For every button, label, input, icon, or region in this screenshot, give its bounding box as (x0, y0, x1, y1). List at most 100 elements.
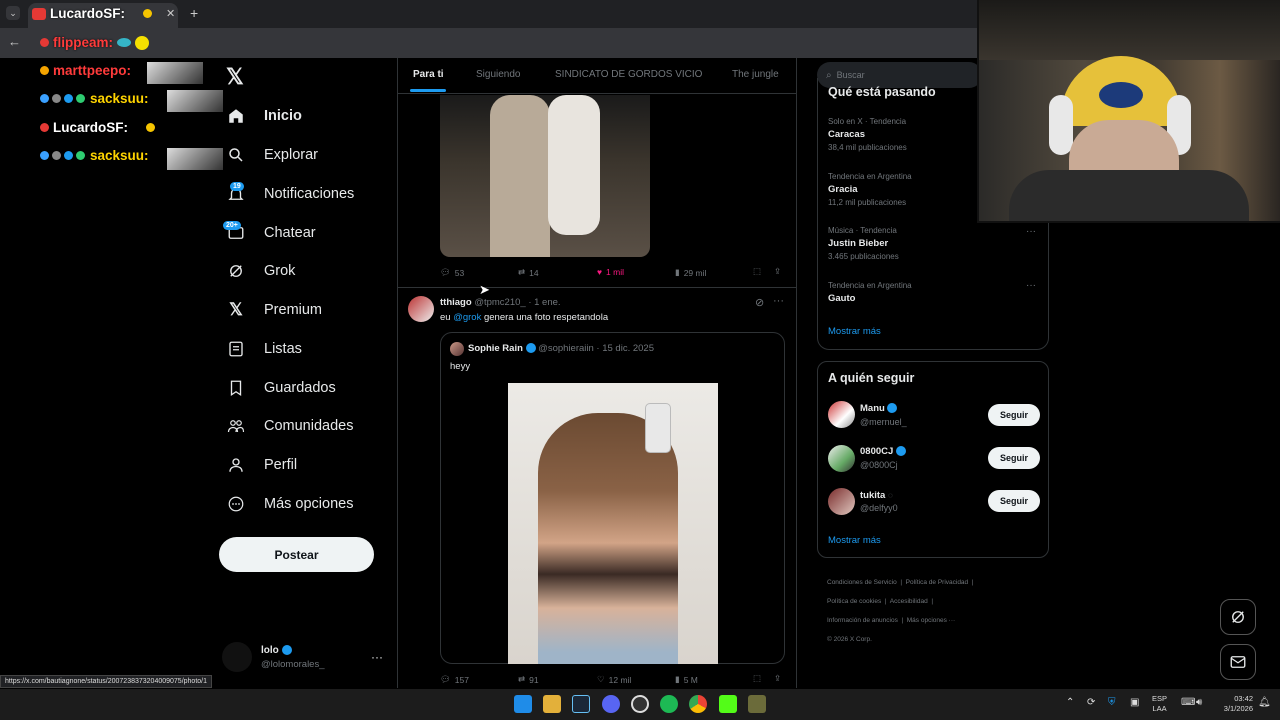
tab-para-ti[interactable]: Para ti (413, 69, 444, 80)
nav-item-explorar[interactable]: Explorar (226, 137, 318, 173)
active-tab-indicator (410, 89, 446, 92)
retweet-button[interactable]: ⇄ 91 (518, 674, 539, 685)
file-explorer-icon[interactable] (543, 695, 561, 713)
quote-image[interactable] (508, 383, 718, 664)
follow-button[interactable]: Seguir (988, 447, 1040, 469)
trends-show-more-link[interactable]: Mostrar más (828, 326, 881, 337)
trend-item[interactable]: Tendencia en Argentina Gauto (828, 281, 912, 304)
close-tab-icon[interactable]: ✕ (166, 7, 175, 20)
follow-name[interactable]: 0800CJ (860, 446, 906, 457)
nav-item-mas-opciones[interactable]: Más opciones (226, 486, 353, 522)
footer-link[interactable]: Política de Privacidad (906, 579, 969, 586)
language-indicator[interactable]: ESP LAA (1152, 694, 1167, 714)
more-circle-icon (226, 494, 246, 514)
tweet-image[interactable] (440, 95, 650, 257)
shield-icon[interactable]: ⛨ (1108, 697, 1116, 708)
retweet-button[interactable]: ⇄ 14 (518, 267, 539, 278)
nav-item-chatear[interactable]: Chatear (226, 215, 316, 251)
footer-link[interactable]: Información de anuncios (827, 617, 898, 624)
app-icon[interactable] (748, 695, 766, 713)
messages-float-button[interactable] (1220, 644, 1256, 680)
avatar[interactable] (408, 296, 434, 322)
tweet-header: tthiago @tpmc210_ · 1 ene. (440, 297, 561, 308)
x-logo-icon[interactable]: 𝕏 (226, 64, 244, 90)
back-icon[interactable]: ← (8, 34, 21, 49)
gpu-icon[interactable]: ▣ (1130, 697, 1139, 708)
follow-show-more-link[interactable]: Mostrar más (828, 535, 881, 546)
follow-button[interactable]: Seguir (988, 490, 1040, 512)
reply-button[interactable]: 💬︎ 157 (440, 674, 469, 685)
avatar[interactable] (828, 445, 855, 472)
volume-icon[interactable]: 🔊︎ (1196, 697, 1202, 708)
trend-more-icon[interactable]: ··· (1026, 226, 1036, 237)
footer-link[interactable]: Más opciones ··· (907, 617, 955, 624)
clock[interactable]: 03:42 3/1/2026 (1215, 694, 1253, 714)
like-button[interactable]: ♡ 12 mil (597, 674, 631, 685)
copyright: © 2026 X Corp. (827, 636, 872, 643)
tweet-time[interactable]: · 1 ene. (528, 297, 560, 308)
share-button[interactable]: ⇪ (774, 673, 781, 684)
avatar[interactable] (828, 401, 855, 428)
nav-item-guardados[interactable]: Guardados (226, 370, 336, 406)
nav-item-listas[interactable]: Listas (226, 331, 302, 367)
nav-item-grok[interactable]: Grok (226, 253, 295, 289)
grok-float-button[interactable] (1220, 599, 1256, 635)
views-button[interactable]: ▮ 29 mil (675, 267, 706, 278)
grok-action-icon[interactable]: ⊘ (755, 296, 764, 309)
nav-item-notificaciones[interactable]: Notificaciones (226, 176, 354, 212)
sync-icon[interactable]: ⟳ (1087, 697, 1095, 708)
account-name[interactable]: lolo (261, 645, 292, 656)
bookmark-button[interactable]: ⬚ (753, 266, 761, 277)
network-icon[interactable]: ⌨ (1181, 697, 1195, 708)
footer-link[interactable]: Condiciones de Servicio (827, 579, 897, 586)
trend-more-icon[interactable]: ··· (1026, 280, 1036, 291)
kick-icon[interactable] (719, 695, 737, 713)
notification-count-badge: 19 (230, 182, 244, 191)
windows-start-icon[interactable] (514, 695, 532, 713)
nav-item-perfil[interactable]: Perfil (226, 447, 297, 483)
reply-button[interactable]: 💬︎ 53 (440, 267, 464, 278)
who-to-follow-title: A quién seguir (828, 371, 915, 385)
tray-chevron-icon[interactable]: ⌃ (1066, 697, 1074, 708)
tab-list-button[interactable]: ⌄ (6, 6, 20, 20)
mention-link[interactable]: @grok (453, 312, 481, 323)
footer-link[interactable]: Política de cookies (827, 598, 881, 605)
like-button[interactable]: ♥ 1 mil (597, 267, 624, 277)
tweet-author-name[interactable]: tthiago (440, 297, 472, 308)
tweet-author-handle[interactable]: @tpmc210_ (474, 297, 525, 308)
nav-item-inicio[interactable]: Inicio (226, 98, 302, 134)
discord-icon[interactable] (602, 695, 620, 713)
follow-button[interactable]: Seguir (988, 404, 1040, 426)
tab-the-jungle[interactable]: The jungle (732, 69, 779, 80)
trend-item[interactable]: Tendencia en Argentina Gracia 11,2 mil p… (828, 172, 912, 207)
tab-sindicato[interactable]: SINDICATO DE GORDOS VICIO (555, 69, 702, 80)
tab-siguiendo[interactable]: Siguiendo (476, 69, 520, 80)
quote-tweet[interactable]: Sophie Rain @sophieraiin · 15 dic. 2025 … (440, 332, 785, 664)
share-button[interactable]: ⇪ (774, 266, 781, 277)
follow-name[interactable]: tukita ◌ (860, 490, 893, 501)
views-icon: ▮ (675, 674, 680, 684)
follow-name[interactable]: Manu (860, 403, 898, 414)
badge-icon (64, 151, 73, 160)
views-button[interactable]: ▮ 5 M (675, 674, 698, 685)
chrome-icon[interactable] (689, 695, 707, 713)
avatar[interactable] (828, 488, 855, 515)
footer-link[interactable]: Accesibilidad (890, 598, 928, 605)
trend-item[interactable]: Música · Tendencia Justin Bieber 3.465 p… (828, 226, 899, 261)
obs-icon[interactable] (631, 695, 649, 713)
webcam-ceiling (979, 0, 1280, 60)
trend-item[interactable]: Solo en X · Tendencia Caracas 38,4 mil p… (828, 117, 907, 152)
nav-item-premium[interactable]: 𝕏 Premium (226, 292, 322, 328)
verified-icon (895, 446, 906, 457)
photo-figure (490, 95, 550, 257)
spotify-icon[interactable] (660, 695, 678, 713)
tweet-more-icon[interactable]: ··· (773, 295, 784, 307)
steam-icon[interactable] (572, 695, 590, 713)
account-more-icon[interactable]: ··· (371, 650, 383, 664)
new-tab-button[interactable]: + (190, 5, 198, 21)
post-button[interactable]: Postear (219, 537, 374, 572)
notification-center-icon[interactable]: 🔔︎ (1258, 697, 1271, 708)
account-avatar[interactable] (222, 642, 252, 672)
nav-item-comunidades[interactable]: Comunidades (226, 408, 353, 444)
bookmark-button[interactable]: ⬚ (753, 673, 761, 684)
